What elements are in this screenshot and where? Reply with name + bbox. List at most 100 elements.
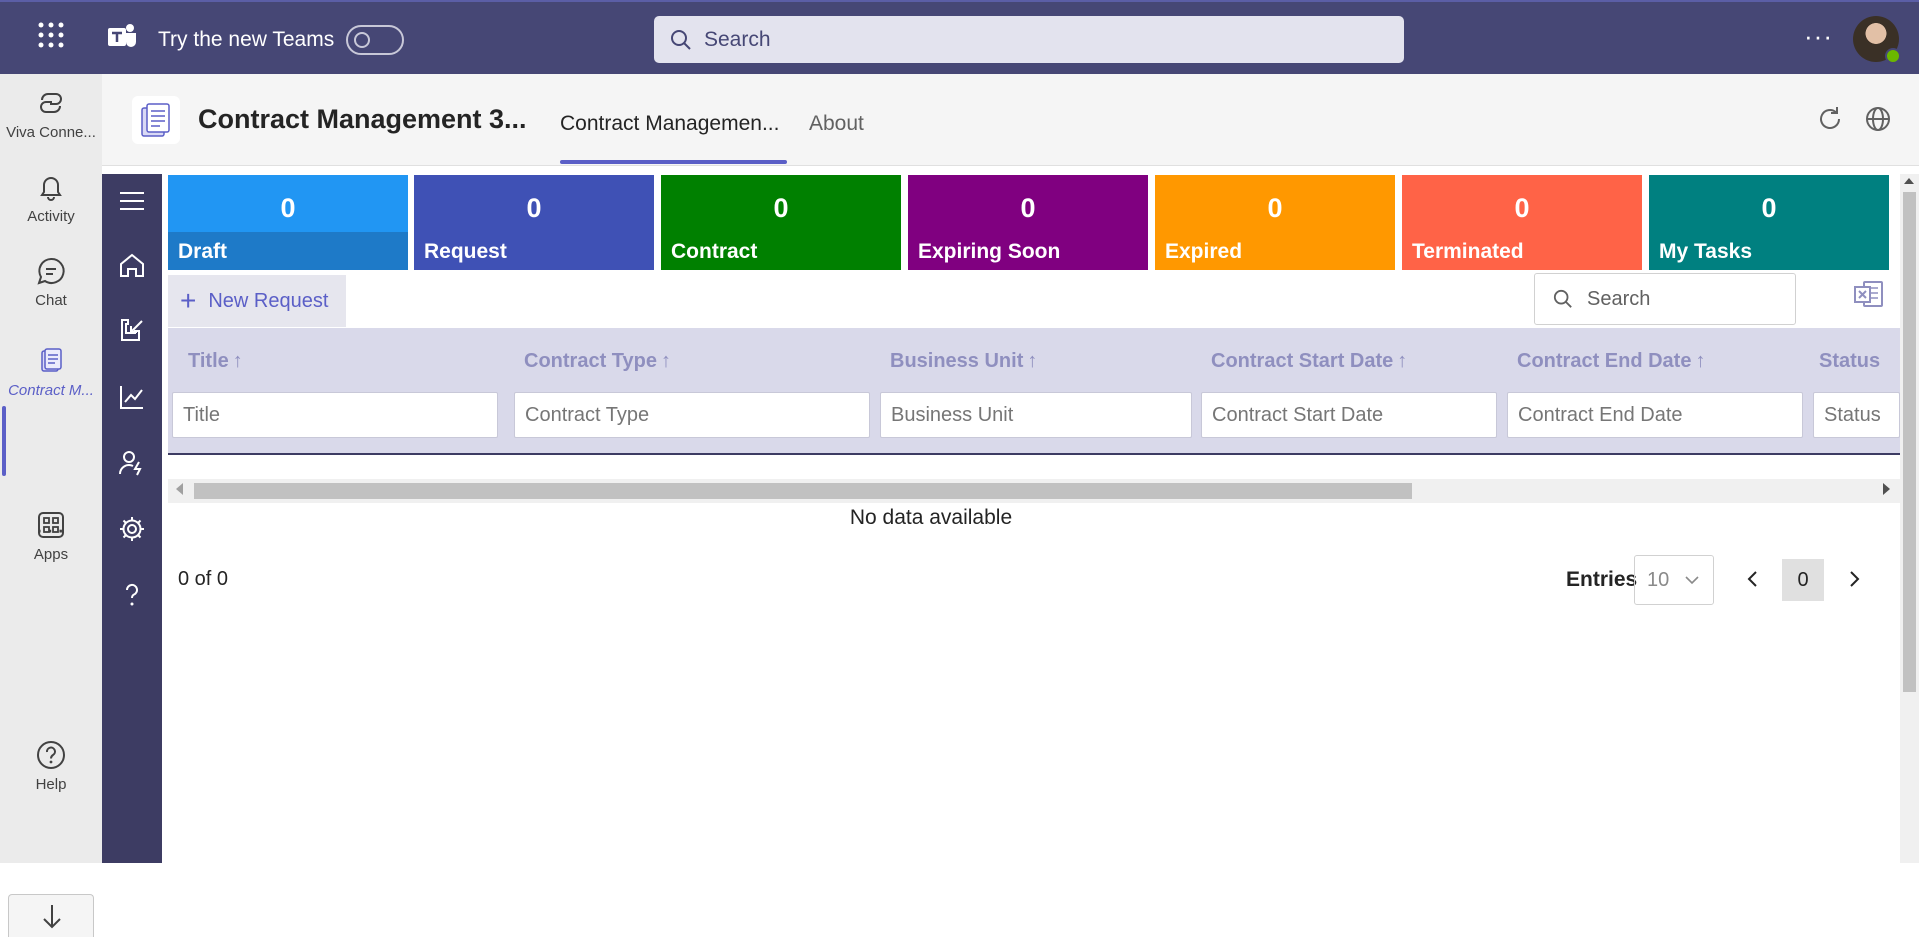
active-tab-indicator [560,160,787,164]
search-icon [1553,289,1573,309]
column-header-start-date[interactable]: Contract Start Date ↑ [1211,350,1407,373]
chevron-down-icon [1685,575,1699,585]
teams-top-bar: Try the new Teams Search ··· [0,0,1919,74]
refresh-icon[interactable] [1815,104,1845,134]
new-teams-toggle[interactable] [346,25,404,55]
rail-item-label: Activity [27,208,75,225]
filter-business-unit-input[interactable]: Business Unit [880,392,1192,438]
gear-icon[interactable] [117,514,147,544]
column-header-status[interactable]: Status [1819,350,1880,373]
column-header-title[interactable]: Title ↑ [188,350,243,373]
filter-title-input[interactable]: Title [172,392,498,438]
scrollbar-thumb[interactable] [194,483,1412,499]
rail-item-label: Contract M... [8,382,94,399]
home-icon[interactable] [117,250,147,280]
tile-label: Expired [1165,240,1243,263]
tile-count: 0 [1267,193,1283,223]
filter-start-date-input[interactable]: Contract Start Date [1201,392,1497,438]
app-title: Contract Management 3... [198,104,527,134]
viva-connections-icon [36,88,66,118]
horizontal-scrollbar[interactable] [168,479,1900,503]
teams-logo-icon [106,22,138,52]
app-sidebar [102,174,162,863]
tile-count: 0 [280,193,296,223]
tile-label: Request [424,240,507,263]
rail-item-contract-management[interactable]: Contract M... [0,346,102,399]
grid-search-input[interactable]: Search [1534,273,1796,325]
sort-arrow-icon: ↑ [1397,350,1408,372]
rail-item-viva-connections[interactable]: Viva Conne... [0,88,102,141]
bell-icon [36,172,66,202]
rail-item-activity[interactable]: Activity [0,172,102,225]
rail-item-label: Viva Conne... [6,124,96,141]
toggle-knob [354,32,370,48]
filter-end-date-input[interactable]: Contract End Date [1507,392,1803,438]
more-options-icon[interactable]: ··· [1804,23,1833,49]
filter-status-input[interactable]: Status [1813,392,1900,438]
question-mark-icon[interactable] [117,580,147,610]
hamburger-menu-icon[interactable] [117,186,147,216]
current-page-button[interactable]: 0 [1782,559,1824,601]
scroll-right-icon[interactable] [1883,483,1890,495]
tile-label: Terminated [1412,240,1524,263]
new-request-label: New Request [208,289,329,312]
grid-search-placeholder: Search [1587,287,1651,310]
presence-available-icon [1885,48,1901,64]
tile-count: 0 [1020,193,1036,223]
rail-item-apps[interactable]: Apps [0,510,102,563]
status-tile-expired[interactable]: 0 Expired [1155,175,1395,270]
global-search-input[interactable]: Search [654,16,1404,63]
download-button[interactable] [8,894,94,937]
collapse-arrows-icon[interactable] [117,316,147,346]
contract-app-icon [36,346,66,376]
apps-icon [36,510,66,540]
scrollbar-thumb[interactable] [1903,192,1916,692]
search-icon [670,29,692,51]
tab-contract-management[interactable]: Contract Managemen... [560,112,779,136]
column-header-contract-type[interactable]: Contract Type ↑ [524,350,671,373]
rail-item-help[interactable]: Help [0,740,102,793]
vertical-scrollbar[interactable] [1900,174,1919,863]
sort-arrow-icon: ↑ [1027,350,1038,372]
excel-export-icon[interactable] [1852,278,1886,312]
rail-item-label: Help [35,776,67,793]
sort-arrow-icon: ↑ [660,350,671,372]
column-header-business-unit[interactable]: Business Unit ↑ [890,350,1037,373]
entries-per-page-select[interactable]: 10 [1634,555,1714,605]
sort-arrow-icon: ↑ [232,350,243,372]
scroll-left-icon[interactable] [176,483,183,495]
arrow-down-icon [43,905,61,929]
scroll-up-icon[interactable] [1904,178,1914,184]
new-request-button[interactable]: + New Request [168,275,346,327]
status-tile-request[interactable]: 0 Request [414,175,654,270]
dashboard-main: 0 Draft 0 Request 0 Contract 0 Expiring Soon 0 Ex… [162,166,1900,863]
status-tile-draft[interactable]: 0 Draft [168,175,408,270]
filter-contract-type-input[interactable]: Contract Type [514,392,870,438]
sort-arrow-icon: ↑ [1695,350,1706,372]
entries-value: 10 [1647,568,1670,591]
status-tile-terminated[interactable]: 0 Terminated [1402,175,1642,270]
status-tile-my-tasks[interactable]: 0 My Tasks [1649,175,1889,270]
tile-count: 0 [1514,193,1530,223]
next-page-icon[interactable] [1839,564,1869,594]
tab-about[interactable]: About [809,112,864,136]
globe-icon[interactable] [1863,104,1893,134]
entries-label: Entries [1566,568,1638,591]
app-header: Contract Management 3... Contract Manage… [102,74,1919,166]
global-search-placeholder: Search [704,27,771,51]
previous-page-icon[interactable] [1738,564,1768,594]
tile-label: Draft [178,240,228,263]
status-tile-contract[interactable]: 0 Contract [661,175,901,270]
tile-count: 0 [773,193,789,223]
empty-state-text: No data available [849,506,1013,529]
app-launcher-icon[interactable] [36,20,66,50]
user-tasks-icon[interactable] [117,448,147,478]
tile-count: 0 [1761,193,1777,223]
rail-item-chat[interactable]: Chat [0,256,102,309]
rail-item-label: Apps [33,546,69,563]
help-icon [36,740,66,770]
column-header-end-date[interactable]: Contract End Date ↑ [1517,350,1705,373]
status-tile-expiring-soon[interactable]: 0 Expiring Soon [908,175,1148,270]
tile-label: Contract [671,240,758,263]
chart-line-icon[interactable] [117,382,147,412]
